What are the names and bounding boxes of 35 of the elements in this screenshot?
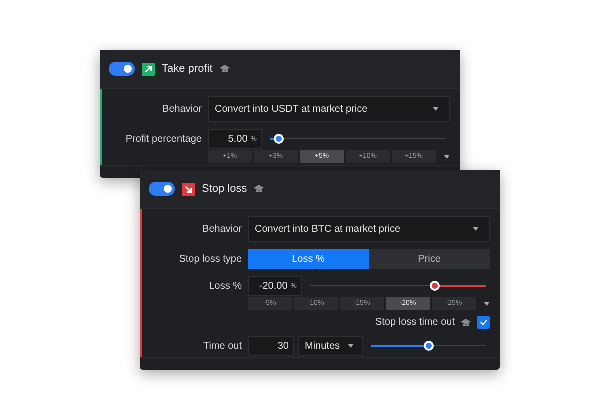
behavior-dropdown[interactable]: Convert into USDT at market price [208,96,450,122]
segment-tab[interactable]: Price [369,249,490,269]
segment-tab[interactable]: Loss % [248,249,369,269]
unit-dropdown[interactable]: Minutes [298,336,364,356]
caret-icon [473,227,479,231]
graduation-cap-icon [254,185,264,193]
graduation-cap-icon [220,65,230,73]
field-label: Behavior [202,224,242,234]
field-label: Loss % [208,280,242,292]
caret-icon [433,107,439,111]
field-label: Time out [202,340,242,352]
caret-icon [348,344,354,348]
graduation-cap-icon [461,318,471,326]
toggle-switch[interactable] [109,62,135,76]
slider-track[interactable] [310,280,486,292]
arrow-up-right-icon [142,62,155,76]
field-label: Profit percentage [124,134,202,144]
toggle-switch[interactable] [149,182,175,196]
caret-icon [484,302,490,306]
arrow-down-right-icon [182,182,195,196]
slider-track[interactable] [270,133,446,145]
slider-track[interactable] [371,340,486,352]
slider-thumb[interactable] [430,281,440,291]
field-label: Stop loss type [178,254,242,264]
panel-title: Take profit [162,63,213,75]
checkbox-label: Stop loss time out [376,317,455,328]
caret-icon [444,154,450,158]
number-field[interactable]: 30 [248,336,294,356]
checkmark-icon [480,319,488,326]
behavior-dropdown[interactable]: Convert into BTC at market price [248,216,490,242]
checkbox[interactable] [477,316,490,329]
slider-thumb[interactable] [274,134,284,144]
field-label: Behavior [162,104,202,114]
slider-thumb[interactable] [424,341,434,351]
panel-title: Stop loss [202,183,248,195]
